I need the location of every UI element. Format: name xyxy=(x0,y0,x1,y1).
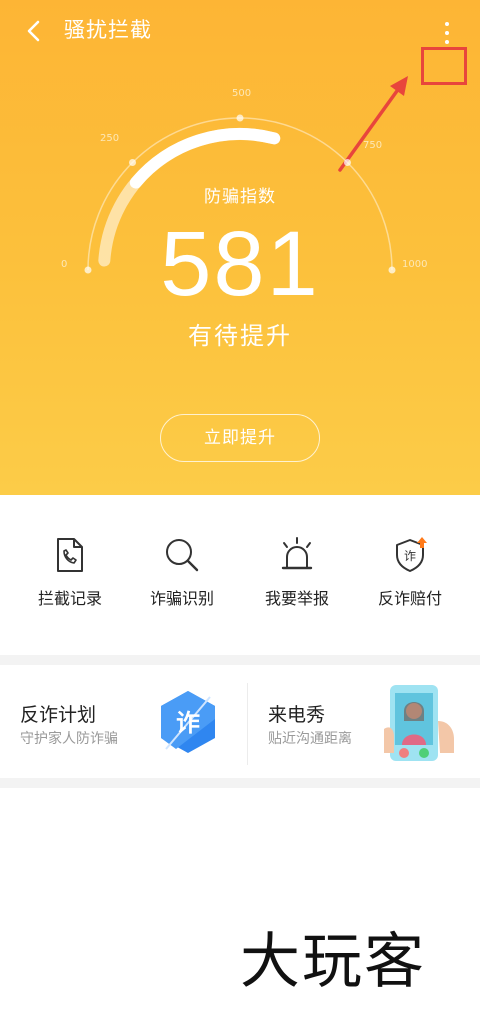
shield-fraud-icon: 诈 xyxy=(396,537,427,572)
action-label: 拦截记录 xyxy=(37,589,102,608)
phone-document-icon xyxy=(57,538,83,572)
fraud-hexagon-icon: 诈 xyxy=(161,691,215,753)
section-divider xyxy=(0,778,480,788)
action-report[interactable]: 我要举报 xyxy=(237,535,357,615)
header: 骚扰拦截 0 250 500 750 1000 防骗指数 581 有待提升 立即… xyxy=(0,0,480,495)
watermark-text: 大玩客 xyxy=(240,927,426,997)
score-caption: 防骗指数 xyxy=(204,187,276,207)
action-label: 我要举报 xyxy=(264,589,329,608)
action-label: 反诈赔付 xyxy=(377,589,442,608)
score-status: 有待提升 xyxy=(188,322,292,350)
gauge-tick-dot xyxy=(236,114,244,122)
phone-call-show-icon xyxy=(384,685,454,761)
card-divider xyxy=(247,683,248,765)
feature-cards: 反诈计划 守护家人防诈骗 诈 来电秀 贴近沟通距离 xyxy=(0,665,480,778)
shield-text: 诈 xyxy=(404,549,416,563)
quick-actions: 拦截记录 诈骗识别 我要举报 诈 反诈赔付 xyxy=(0,495,480,655)
action-block-records[interactable]: 拦截记录 xyxy=(10,535,130,615)
card-title: 来电秀 xyxy=(268,704,326,726)
gauge-tick-dot xyxy=(129,159,137,167)
gauge-tick-label: 750 xyxy=(363,140,383,151)
alarm-light-icon xyxy=(281,537,313,570)
card-title: 反诈计划 xyxy=(20,704,97,726)
action-fraud-identify[interactable]: 诈骗识别 xyxy=(122,535,242,615)
action-label: 诈骗识别 xyxy=(149,589,214,608)
gauge-tick-dot xyxy=(343,159,351,167)
gauge-tick-label: 250 xyxy=(100,133,120,144)
card-anti-fraud-plan[interactable]: 反诈计划 守护家人防诈骗 诈 xyxy=(0,665,240,778)
search-icon xyxy=(166,539,199,572)
score-value: 581 xyxy=(160,213,320,315)
gauge-progress-highlight xyxy=(129,128,281,189)
improve-now-button[interactable]: 立即提升 xyxy=(160,414,320,462)
card-subtitle: 守护家人防诈骗 xyxy=(20,731,118,747)
badge-text: 诈 xyxy=(176,709,200,737)
card-subtitle: 贴近沟通距离 xyxy=(268,731,352,747)
card-call-show[interactable]: 来电秀 贴近沟通距离 xyxy=(248,665,480,778)
section-divider xyxy=(0,655,480,665)
gauge-tick-label: 500 xyxy=(232,88,252,99)
action-fraud-compensation[interactable]: 诈 反诈赔付 xyxy=(350,535,470,615)
